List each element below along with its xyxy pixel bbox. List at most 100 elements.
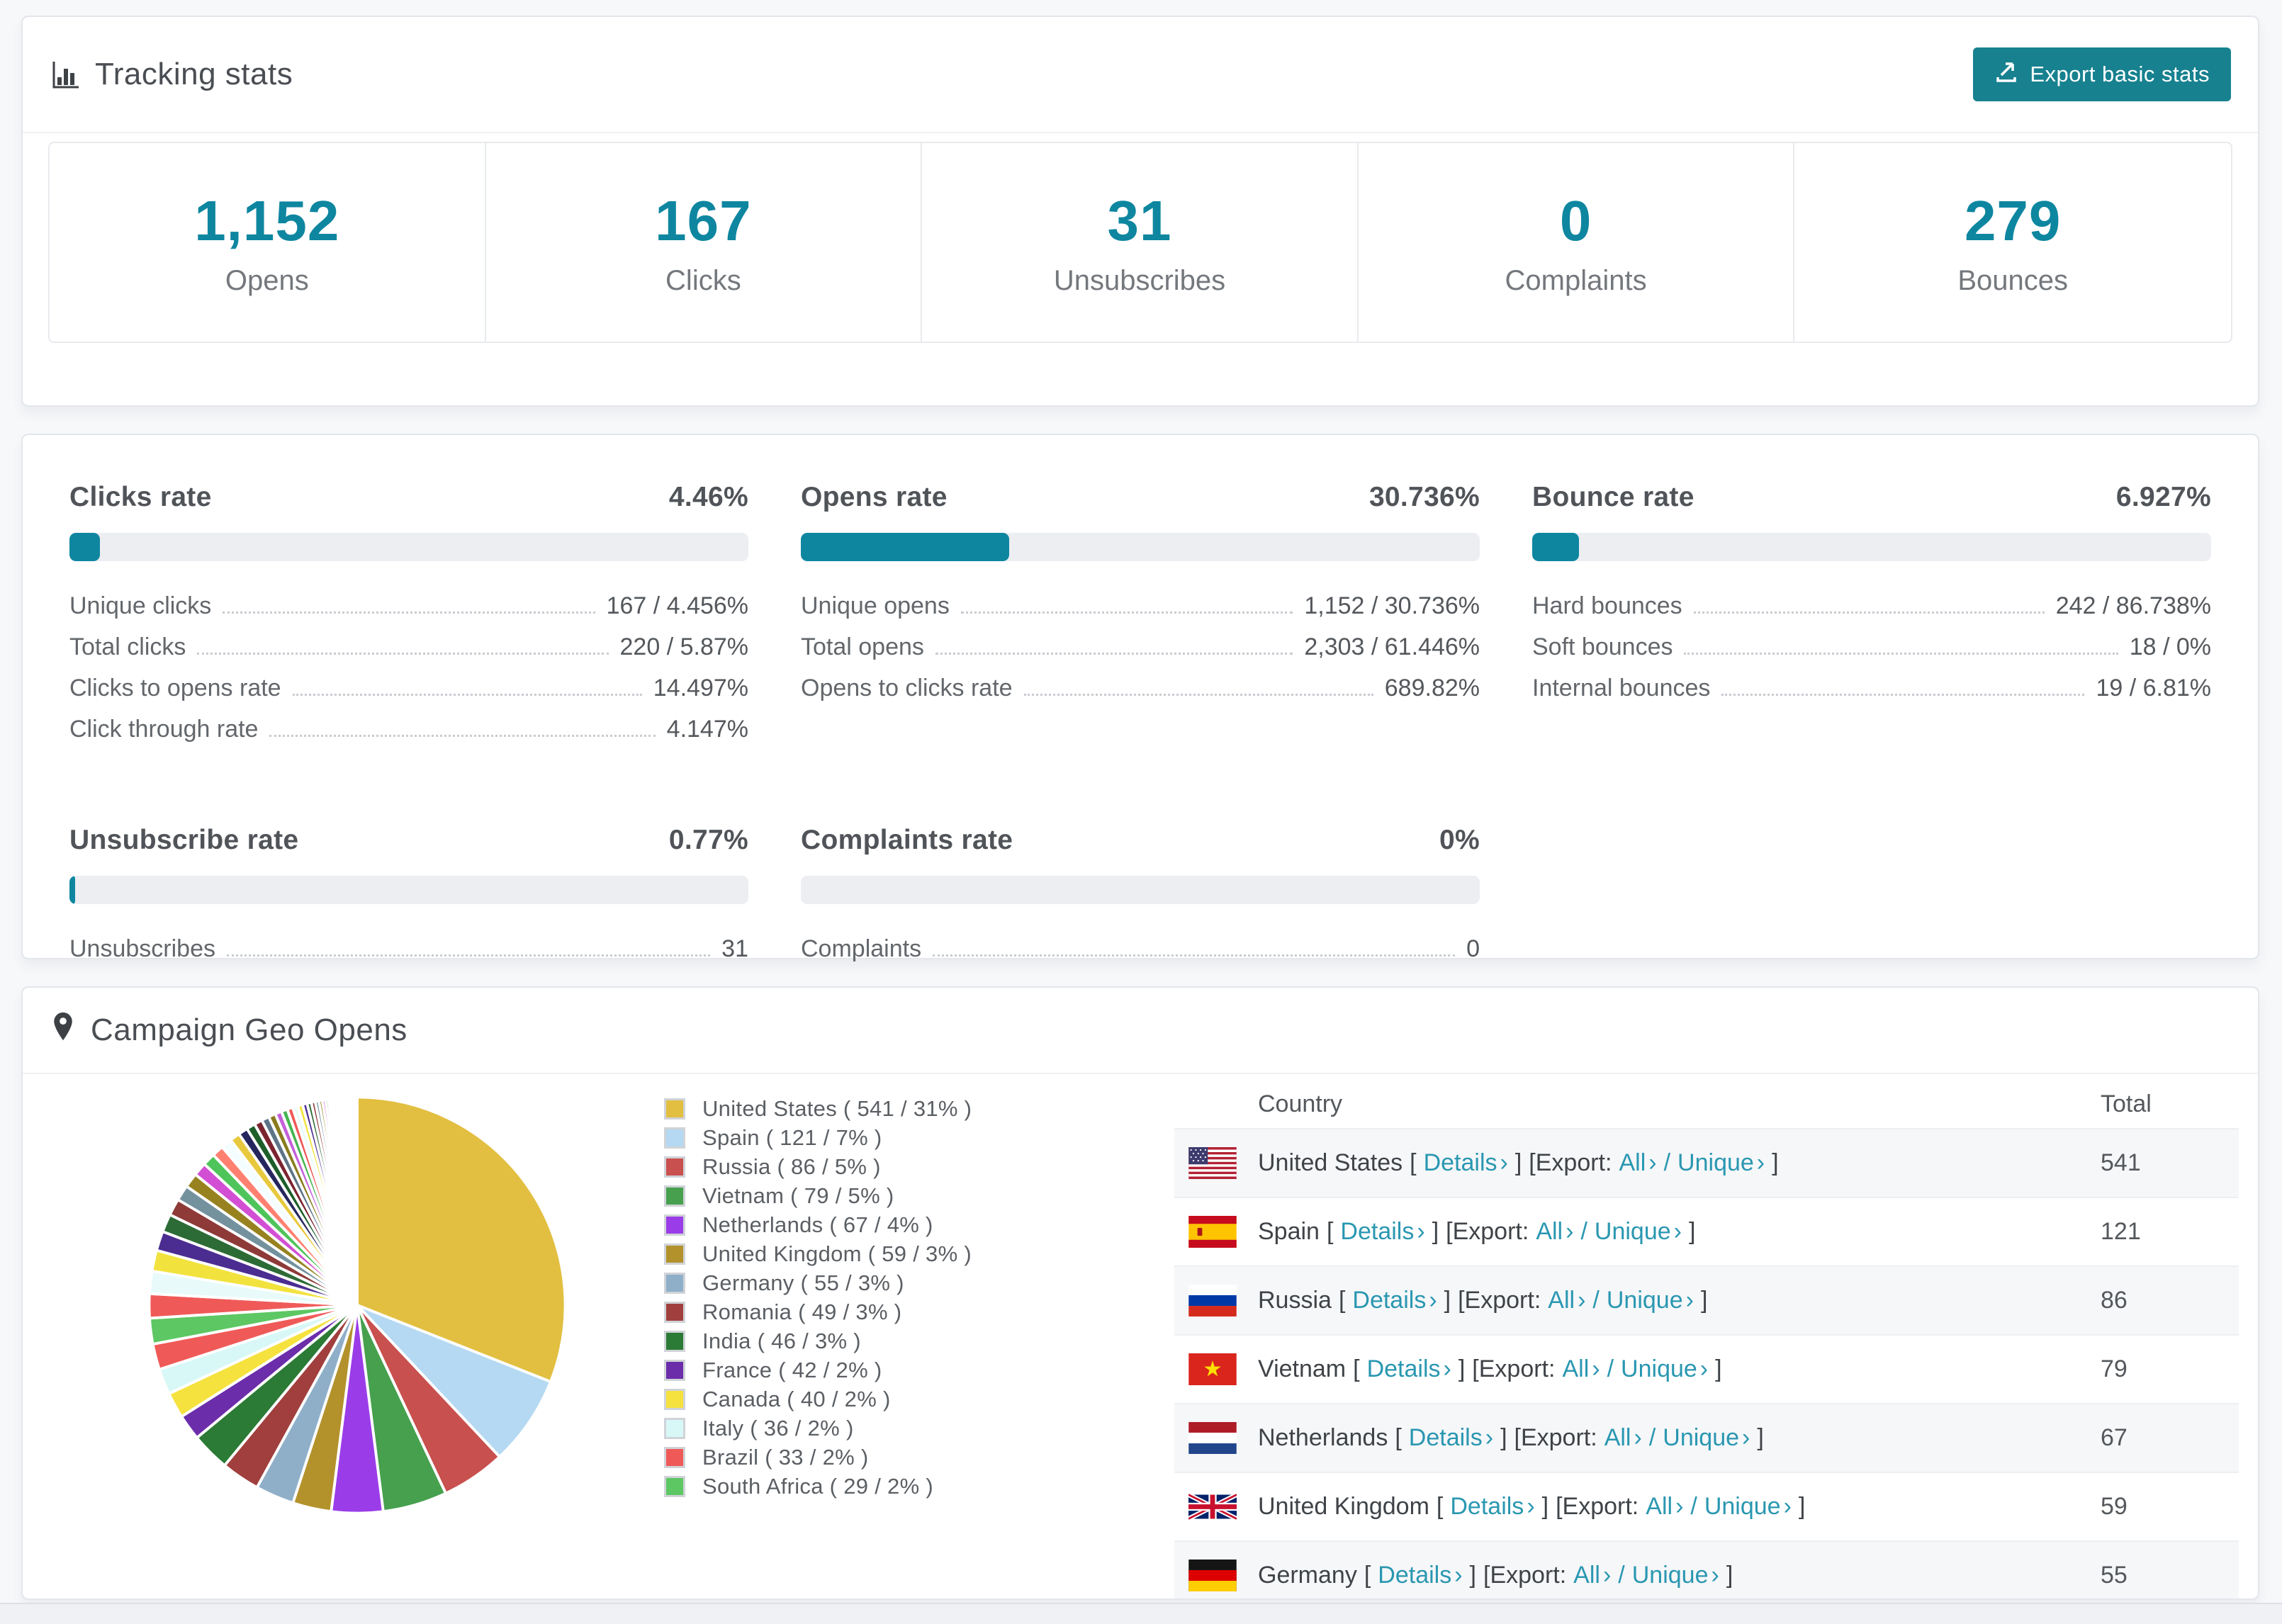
legend-item[interactable]: Netherlands ( 67 / 4% ): [664, 1210, 972, 1239]
geo-title: Campaign Geo Opens: [91, 1013, 408, 1047]
export-all-link[interactable]: All ›: [1619, 1149, 1656, 1177]
stat-row: Hard bounces 242 / 86.738%: [1532, 592, 2211, 619]
unsubscribe-rate-bar: [69, 876, 748, 904]
page-title: Tracking stats: [50, 57, 293, 92]
export-unique-link[interactable]: Unique ›: [1621, 1355, 1708, 1383]
bounce-rate-bar: [1532, 533, 2211, 561]
chevron-right-icon: ›: [1485, 1424, 1494, 1451]
clicks-rate-title: Clicks rate: [69, 482, 212, 512]
country-total: 121: [2101, 1218, 2141, 1245]
stat-row: Internal bounces 19 / 6.81%: [1532, 675, 2211, 701]
summary-complaints: 0 Complaints: [1359, 143, 1795, 342]
details-link[interactable]: Details ›: [1367, 1355, 1451, 1383]
details-link[interactable]: Details ›: [1409, 1424, 1493, 1452]
bounce-rate-title: Bounce rate: [1532, 482, 1694, 512]
us-flag-icon: [1188, 1147, 1237, 1179]
chevron-right-icon: ›: [1756, 1149, 1765, 1176]
export-all-link[interactable]: All ›: [1573, 1562, 1611, 1589]
stat-row: Unique clicks 167 / 4.456%: [69, 592, 748, 619]
export-all-link[interactable]: All ›: [1646, 1493, 1683, 1521]
legend-swatch: [664, 1214, 685, 1236]
chevron-right-icon: ›: [1742, 1424, 1750, 1451]
legend-item[interactable]: Spain ( 121 / 7% ): [664, 1123, 972, 1152]
details-link[interactable]: Details ›: [1352, 1287, 1437, 1314]
summary-clicks: 167 Clicks: [486, 143, 923, 342]
legend-swatch: [664, 1446, 685, 1468]
tracking-stats-page: Tracking stats Export basic stats 1,152 …: [0, 0, 2282, 1624]
stat-row: Unique opens 1,152 / 30.736%: [801, 592, 1480, 619]
nl-flag-icon: [1188, 1422, 1237, 1454]
vn-flag-icon: [1188, 1353, 1237, 1385]
export-unique-link[interactable]: Unique ›: [1663, 1424, 1750, 1452]
export-unique-link[interactable]: Unique ›: [1595, 1218, 1682, 1246]
legend-item[interactable]: India ( 46 / 3% ): [664, 1326, 972, 1355]
legend-swatch: [664, 1301, 685, 1323]
export-all-link[interactable]: All ›: [1604, 1424, 1642, 1452]
clicks-rate-percent: 4.46%: [668, 482, 748, 512]
country-total: 541: [2101, 1149, 2141, 1176]
details-link[interactable]: Details ›: [1424, 1149, 1508, 1177]
de-flag-icon: [1188, 1560, 1237, 1591]
export-all-link[interactable]: All ›: [1562, 1355, 1600, 1383]
export-all-link[interactable]: All ›: [1536, 1218, 1573, 1246]
opens-rate-bar-fill: [801, 533, 1010, 561]
stat-row: Total clicks 220 / 5.87%: [69, 633, 748, 660]
legend-item[interactable]: Germany ( 55 / 3% ): [664, 1268, 972, 1297]
geo-opens-table: Country Total United States[Details ›] [Ex…: [1174, 1080, 2239, 1598]
geo-body: United States ( 541 / 31% ) Spain ( 121 …: [23, 1074, 2258, 1598]
tracking-stats-header: Tracking stats Export basic stats: [23, 17, 2258, 133]
export-unique-link[interactable]: Unique ›: [1704, 1493, 1792, 1521]
opens-count: 1,152: [194, 188, 340, 252]
legend-item[interactable]: United Kingdom ( 59 / 3% ): [664, 1239, 972, 1268]
table-row: United States[Details ›] [Export: All › / Uniq…: [1174, 1128, 2239, 1197]
legend-swatch: [664, 1272, 685, 1294]
clicks-rate-block: Clicks rate 4.46% Unique clicks 167 / 4.4…: [69, 482, 748, 757]
country-name: Spain: [1258, 1218, 1320, 1245]
export-unique-link[interactable]: Unique ›: [1607, 1287, 1694, 1314]
chevron-right-icon: ›: [1634, 1424, 1642, 1451]
chevron-right-icon: ›: [1685, 1287, 1694, 1314]
summary-opens: 1,152 Opens: [50, 143, 486, 342]
chevron-right-icon: ›: [1602, 1562, 1612, 1589]
legend-item[interactable]: Russia ( 86 / 5% ): [664, 1152, 972, 1181]
legend-item[interactable]: Brazil ( 33 / 2% ): [664, 1443, 972, 1472]
legend-item[interactable]: Canada ( 40 / 2% ): [664, 1385, 972, 1414]
country-name: Vietnam: [1258, 1355, 1347, 1382]
export-basic-stats-button[interactable]: Export basic stats: [1973, 47, 2231, 101]
details-link[interactable]: Details ›: [1340, 1218, 1424, 1246]
geo-opens-pie-chart[interactable]: [139, 1087, 575, 1523]
legend-item[interactable]: Italy ( 36 / 2% ): [664, 1414, 972, 1443]
legend-item[interactable]: United States ( 541 / 31% ): [664, 1094, 972, 1123]
legend-item[interactable]: Vietnam ( 79 / 5% ): [664, 1181, 972, 1210]
opens-rate-title: Opens rate: [801, 482, 948, 512]
chevron-right-icon: ›: [1592, 1355, 1600, 1382]
table-row: United Kingdom[Details ›] [Export: All › / Uni…: [1174, 1472, 2239, 1540]
chevron-right-icon: ›: [1527, 1493, 1535, 1520]
geo-header: Campaign Geo Opens: [23, 988, 2258, 1074]
complaints-rate-block: Complaints rate 0% Complaints 0: [801, 825, 1480, 976]
legend-item[interactable]: France ( 42 / 2% ): [664, 1355, 972, 1385]
chevron-right-icon: ›: [1699, 1355, 1709, 1382]
legend-item[interactable]: Romania ( 49 / 3% ): [664, 1297, 972, 1326]
ru-flag-icon: [1188, 1285, 1237, 1316]
complaints-count: 0: [1559, 188, 1592, 252]
export-button-label: Export basic stats: [2030, 62, 2210, 86]
export-all-link[interactable]: All ›: [1548, 1287, 1585, 1314]
legend-swatch: [664, 1185, 685, 1207]
unsubscribe-rate-title: Unsubscribe rate: [69, 825, 299, 855]
legend-swatch: [664, 1243, 685, 1265]
details-link[interactable]: Details ›: [1450, 1493, 1534, 1521]
country-name: United Kingdom: [1258, 1493, 1429, 1520]
page-title-text: Tracking stats: [95, 57, 293, 91]
stat-row: Soft bounces 18 / 0%: [1532, 633, 2211, 660]
details-link[interactable]: Details ›: [1378, 1562, 1462, 1589]
legend-item[interactable]: South Africa ( 29 / 2% ): [664, 1472, 972, 1501]
summary-unsubscribes: 31 Unsubscribes: [922, 143, 1359, 342]
chevron-right-icon: ›: [1500, 1149, 1508, 1176]
bar-chart-icon: [50, 59, 81, 90]
clicks-count: 167: [655, 188, 752, 252]
export-unique-link[interactable]: Unique ›: [1632, 1562, 1719, 1589]
unsubscribe-rate-bar-fill: [69, 876, 75, 904]
chevron-right-icon: ›: [1454, 1562, 1463, 1589]
export-unique-link[interactable]: Unique ›: [1677, 1149, 1765, 1177]
